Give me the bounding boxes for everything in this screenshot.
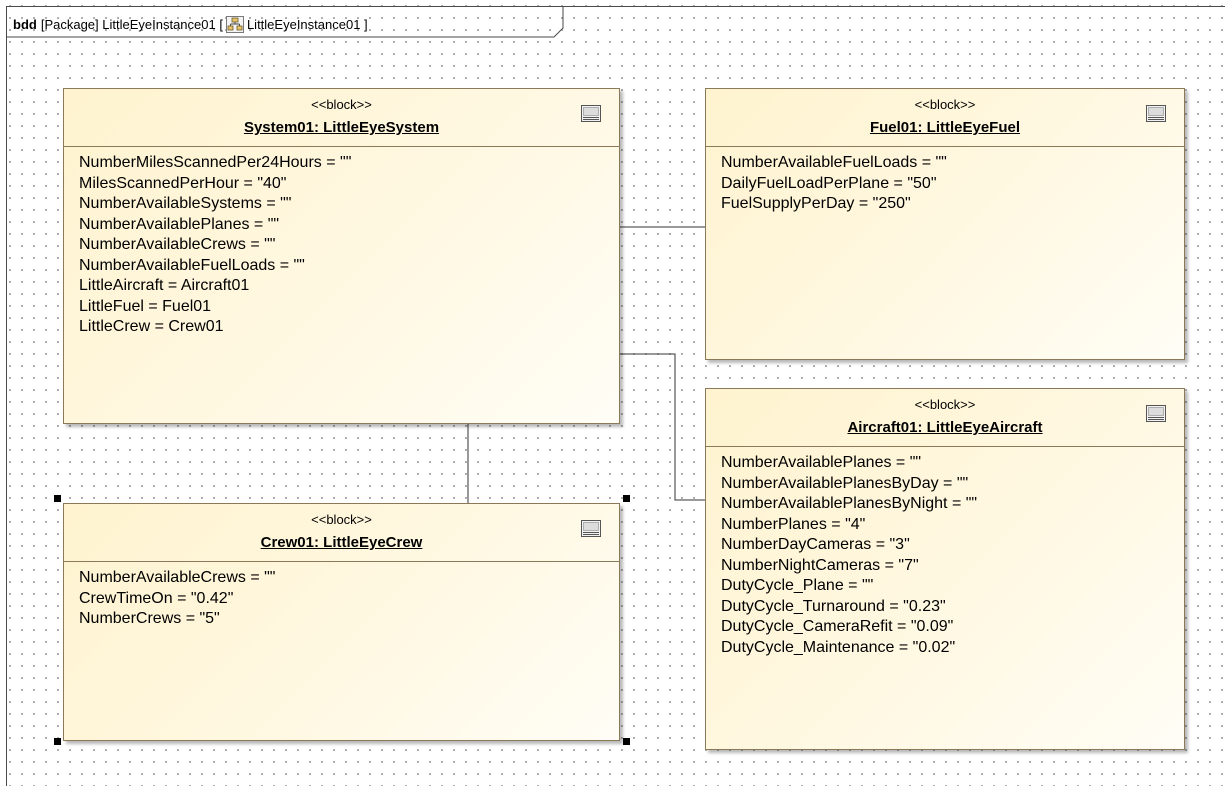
block-system01[interactable]: <<block>> System01: LittleEyeSystem Numb… — [63, 88, 620, 424]
block-aircraft01[interactable]: <<block>> Aircraft01: LittleEyeAircraft … — [705, 388, 1185, 750]
block-properties: NumberAvailablePlanes = "" NumberAvailab… — [706, 447, 1184, 658]
block-property[interactable]: DutyCycle_Plane = "" — [721, 576, 1184, 597]
block-property[interactable]: NumberAvailablePlanesByDay = "" — [721, 474, 1184, 495]
block-property[interactable]: LittleFuel = Fuel01 — [79, 297, 619, 318]
block-property[interactable]: LittleCrew = Crew01 — [79, 317, 619, 338]
block-stereotype: <<block>> — [914, 397, 976, 412]
block-compartment-icon[interactable] — [581, 520, 601, 537]
block-name[interactable]: Crew01: LittleEyeCrew — [64, 534, 619, 551]
block-header: <<block>> System01: LittleEyeSystem — [64, 89, 619, 147]
block-property[interactable]: NumberAvailableCrews = "" — [79, 568, 619, 589]
block-property[interactable]: LittleAircraft = Aircraft01 — [79, 276, 619, 297]
block-name[interactable]: System01: LittleEyeSystem — [64, 119, 619, 136]
block-header: <<block>> Crew01: LittleEyeCrew — [64, 504, 619, 562]
block-property[interactable]: DutyCycle_Turnaround = "0.23" — [721, 597, 1184, 618]
block-compartment-icon[interactable] — [1146, 405, 1166, 422]
block-property[interactable]: NumberAvailablePlanesByNight = "" — [721, 494, 1184, 515]
block-crew01[interactable]: <<block>> Crew01: LittleEyeCrew NumberAv… — [63, 503, 620, 741]
selection-handle-top-left[interactable] — [54, 495, 61, 502]
block-stereotype: <<block>> — [311, 512, 372, 527]
block-header: <<block>> Fuel01: LittleEyeFuel — [706, 89, 1184, 147]
block-property[interactable]: NumberAvailablePlanes = "" — [79, 215, 619, 236]
block-property[interactable]: NumberAvailableCrews = "" — [79, 235, 619, 256]
selection-handle-bottom-right[interactable] — [623, 738, 630, 745]
block-property[interactable]: MilesScannedPerHour = "40" — [79, 174, 619, 195]
block-name[interactable]: Aircraft01: LittleEyeAircraft — [706, 419, 1184, 436]
block-property[interactable]: NumberAvailableFuelLoads = "" — [79, 256, 619, 277]
connector-system-aircraft[interactable] — [620, 353, 705, 501]
block-property[interactable]: NumberPlanes = "4" — [721, 515, 1184, 536]
block-property[interactable]: FuelSupplyPerDay = "250" — [721, 194, 1184, 215]
block-stereotype: <<block>> — [914, 97, 976, 112]
block-properties: NumberMilesScannedPer24Hours = "" MilesS… — [64, 147, 619, 338]
block-property[interactable]: DailyFuelLoadPerPlane = "50" — [721, 174, 1184, 195]
block-compartment-icon[interactable] — [581, 105, 601, 122]
block-property[interactable]: NumberDayCameras = "3" — [721, 535, 1184, 556]
block-property[interactable]: CrewTimeOn = "0.42" — [79, 589, 619, 610]
selection-handle-top-right[interactable] — [623, 495, 630, 502]
block-properties: NumberAvailableCrews = "" CrewTimeOn = "… — [64, 562, 619, 630]
block-property[interactable]: NumberCrews = "5" — [79, 609, 619, 630]
block-property[interactable]: NumberAvailableSystems = "" — [79, 194, 619, 215]
block-stereotype: <<block>> — [311, 97, 372, 112]
block-property[interactable]: NumberAvailableFuelLoads = "" — [721, 153, 1184, 174]
block-fuel01[interactable]: <<block>> Fuel01: LittleEyeFuel NumberAv… — [705, 88, 1185, 360]
block-property[interactable]: DutyCycle_Maintenance = "0.02" — [721, 638, 1184, 659]
block-property[interactable]: DutyCycle_CameraRefit = "0.09" — [721, 617, 1184, 638]
block-property[interactable]: NumberNightCameras = "7" — [721, 556, 1184, 577]
selection-handle-bottom-left[interactable] — [54, 738, 61, 745]
block-property[interactable]: NumberAvailablePlanes = "" — [721, 453, 1184, 474]
block-compartment-icon[interactable] — [1146, 105, 1166, 122]
block-header: <<block>> Aircraft01: LittleEyeAircraft — [706, 389, 1184, 447]
block-name[interactable]: Fuel01: LittleEyeFuel — [706, 119, 1184, 136]
block-properties: NumberAvailableFuelLoads = "" DailyFuelL… — [706, 147, 1184, 215]
block-property[interactable]: NumberMilesScannedPer24Hours = "" — [79, 153, 619, 174]
